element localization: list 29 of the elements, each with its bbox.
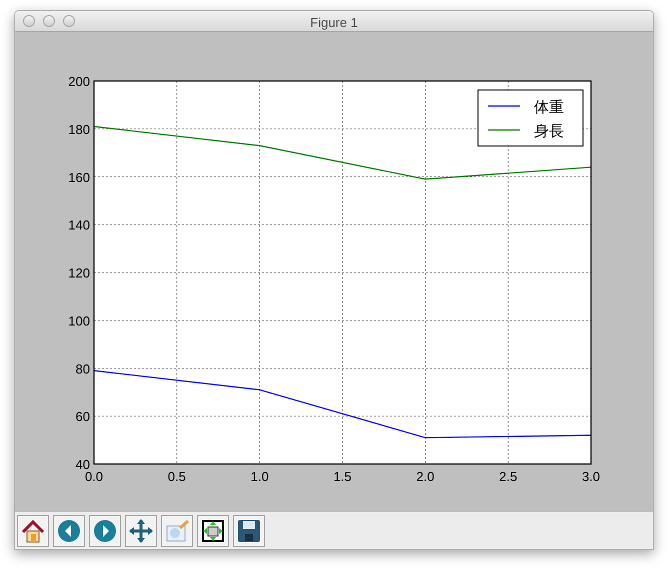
move-arrows-icon [128, 518, 154, 544]
tick-label: 120 [68, 266, 90, 280]
back-button[interactable] [53, 515, 85, 547]
home-button[interactable] [17, 515, 49, 547]
legend-label: 体重 [534, 99, 564, 116]
home-icon [20, 518, 46, 544]
tick-label: 160 [68, 170, 90, 185]
tick-label: 0.0 [84, 469, 104, 484]
tick-label: 100 [68, 313, 90, 328]
tick-label: 1.5 [333, 469, 352, 484]
tick-label: 2.5 [499, 469, 518, 484]
tick-label: 2.0 [416, 469, 434, 484]
tick-label: 80 [76, 361, 90, 376]
tick-label: 180 [68, 122, 90, 137]
tick-label: 60 [76, 409, 90, 424]
save-button[interactable] [233, 515, 265, 547]
configure-subplots-button[interactable] [197, 515, 229, 547]
legend-label: 身長 [534, 123, 564, 140]
tick-label: 0.5 [168, 469, 186, 484]
forward-button[interactable] [89, 515, 121, 547]
tick-label: 1.0 [250, 469, 269, 484]
tick-label: 200 [68, 74, 90, 89]
subplots-icon [200, 518, 226, 544]
pan-button[interactable] [125, 515, 157, 547]
tick-label: 3.0 [582, 469, 600, 484]
window-title: Figure 1 [310, 15, 358, 30]
zoom-rectangle-icon [164, 518, 190, 544]
tick-label: 140 [68, 218, 90, 233]
tick-label: 40 [76, 457, 90, 472]
